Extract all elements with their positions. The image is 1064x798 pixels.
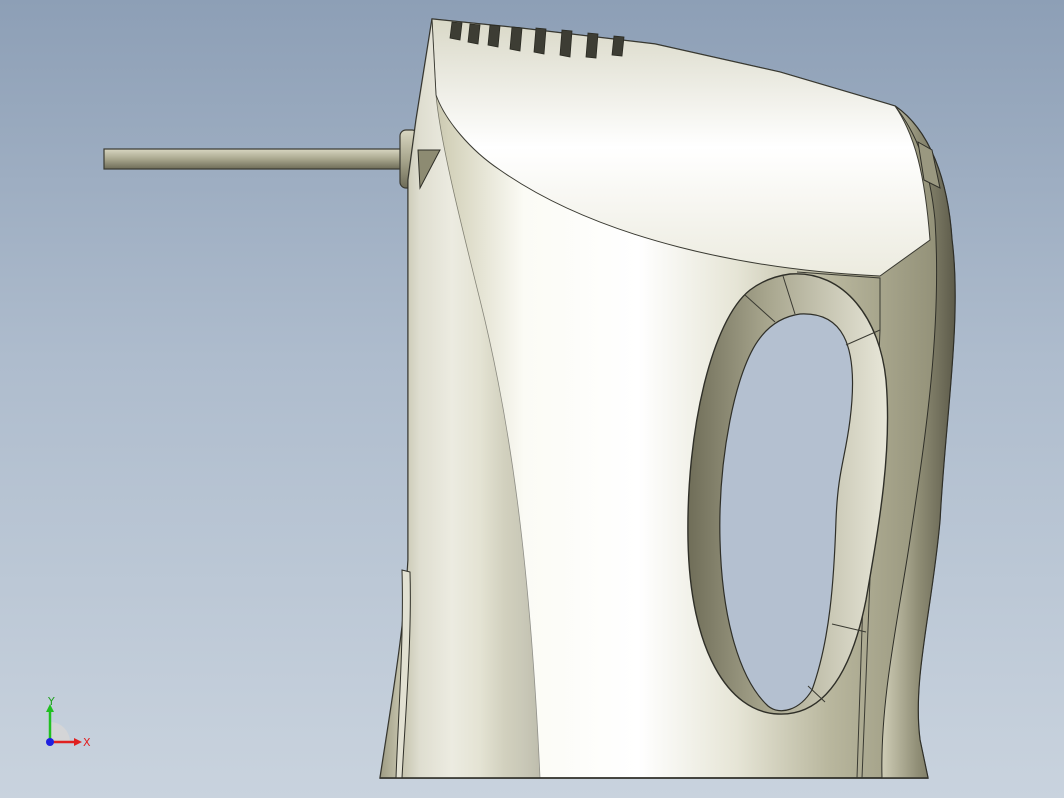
triad-quarter-disk [50,722,70,742]
x-axis-label: X [83,736,91,749]
z-axis-dot [46,738,54,746]
y-axis-label: Y [47,696,55,708]
hand-mixer-model[interactable] [0,0,1064,798]
beater-shaft[interactable] [103,129,419,189]
x-axis-arrowhead [74,738,82,746]
3d-viewport[interactable]: Y X [0,0,1064,798]
coordinate-triad: Y X [46,696,91,749]
